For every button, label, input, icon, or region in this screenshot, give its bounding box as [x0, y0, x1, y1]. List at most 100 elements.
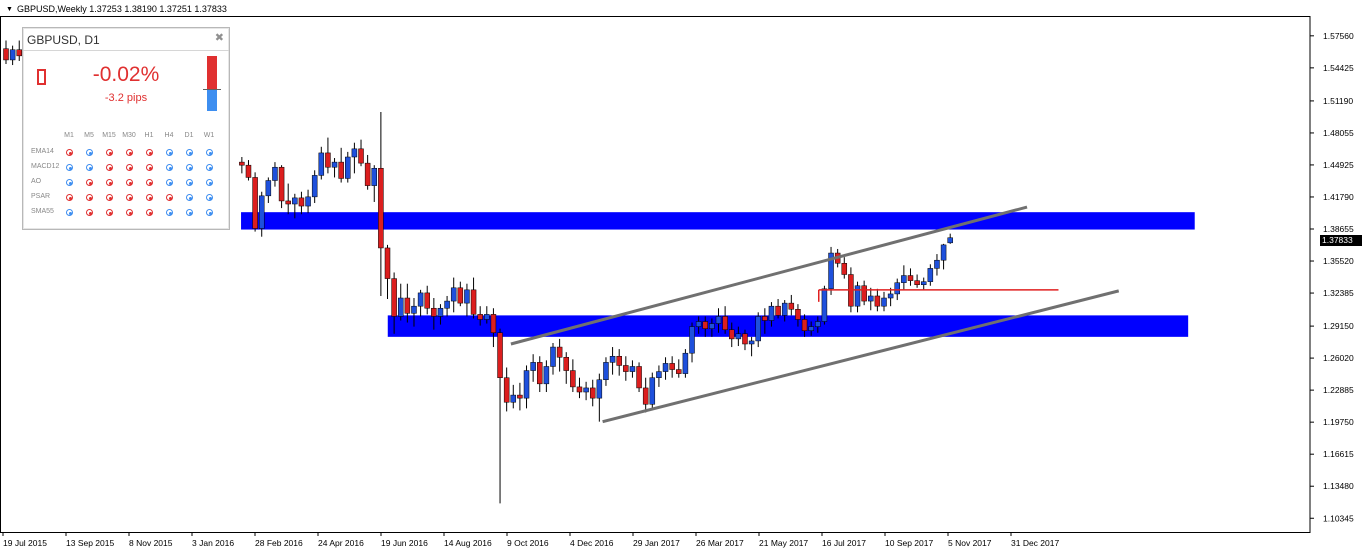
buy-signal-icon [66, 209, 73, 216]
candle-body [331, 161, 338, 168]
panel-divider [23, 50, 229, 51]
buy-signal-icon [206, 179, 213, 186]
candle-body [318, 152, 325, 176]
buy-strength-bar [207, 90, 217, 111]
candle-body [841, 263, 848, 275]
timeframe-label: M5 [84, 132, 94, 139]
candle-body [874, 295, 881, 307]
candle-body [795, 309, 801, 320]
candle-body [550, 346, 556, 367]
timeframe-label: M1 [64, 132, 74, 139]
y-tick-label: 1.19750 [1323, 417, 1354, 427]
candle-body [881, 297, 887, 307]
timeframe-label: M30 [122, 132, 136, 139]
candle-body [735, 333, 742, 340]
change-pips: -3.2 pips [104, 92, 148, 104]
candle-body [768, 305, 775, 321]
sell-signal-icon [146, 194, 153, 201]
candle-body [947, 237, 953, 244]
sell-strength-bar [207, 56, 217, 90]
sell-signal-icon [86, 179, 93, 186]
buy-signal-icon [166, 179, 173, 186]
candle-body [543, 366, 550, 385]
sell-signal-icon [146, 149, 153, 156]
dropdown-triangle-icon[interactable]: ▼ [6, 6, 13, 13]
candle-body [609, 356, 616, 363]
timeframe-label: D1 [184, 132, 194, 139]
y-tick-label: 1.35520 [1323, 256, 1354, 266]
x-tick-label: 29 Jan 2017 [633, 538, 680, 548]
candle-body [702, 321, 709, 329]
candle-body [245, 164, 252, 178]
candle-body [530, 362, 536, 371]
x-tick-label: 5 Nov 2017 [948, 538, 992, 548]
support-resistance-zone [387, 315, 1189, 337]
candle-body [351, 148, 358, 158]
candle-body [278, 166, 285, 202]
candle-body [384, 247, 391, 279]
candle-body [570, 370, 576, 388]
candle-body [252, 177, 258, 229]
support-resistance-zone [241, 212, 1195, 230]
candle-body [477, 314, 483, 320]
x-tick-label: 19 Jul 2015 [3, 538, 47, 548]
candle-body [914, 280, 920, 285]
x-tick-label: 3 Jan 2016 [192, 538, 234, 548]
candle-body [709, 323, 715, 329]
candle-body [450, 287, 457, 302]
candle-body [510, 394, 517, 403]
sell-signal-icon [146, 209, 153, 216]
candle-body [755, 316, 761, 342]
candle-body [364, 162, 371, 186]
candle-body [669, 363, 675, 370]
y-tick-label: 1.54425 [1323, 63, 1354, 73]
y-tick-label: 1.38655 [1323, 224, 1354, 234]
sell-signal-icon [106, 179, 113, 186]
candle-body [523, 370, 530, 399]
strength-marker [203, 89, 221, 90]
x-tick-label: 31 Dec 2017 [1011, 538, 1059, 548]
candle-body [629, 366, 636, 372]
down-direction-icon [37, 69, 46, 85]
candle-body [437, 307, 444, 317]
indicator-label: MACD12 [31, 163, 60, 170]
buy-signal-icon [186, 164, 193, 171]
indicator-label: AO [31, 178, 42, 185]
candle-body [258, 195, 265, 229]
x-tick-label: 4 Dec 2016 [570, 538, 614, 548]
y-tick-label: 1.13480 [1323, 481, 1354, 491]
buy-signal-icon [66, 164, 73, 171]
candle-body [431, 307, 437, 317]
signal-panel[interactable]: GBPUSD, D1 ✖ -0.02% -3.2 pips M1 M5 M15 M30… [22, 27, 230, 230]
current-price-tag: 1.37833 [1320, 235, 1362, 246]
y-tick-label: 1.41790 [1323, 192, 1354, 202]
sell-signal-icon [126, 209, 133, 216]
sell-signal-icon [126, 194, 133, 201]
x-tick-label: 10 Sep 2017 [885, 538, 933, 548]
candle-body [940, 244, 947, 261]
candle-body [603, 362, 609, 381]
y-tick-label: 1.22885 [1323, 385, 1354, 395]
candle-body [265, 180, 272, 197]
y-tick-label: 1.44925 [1323, 160, 1354, 170]
close-icon[interactable]: ✖ [215, 31, 224, 44]
x-tick-label: 8 Nov 2015 [129, 538, 173, 548]
channel-line [602, 289, 1120, 424]
candle-body [457, 287, 464, 304]
candle-body [285, 200, 291, 205]
buy-signal-icon [206, 209, 213, 216]
sell-signal-icon [126, 149, 133, 156]
candle-body [490, 314, 497, 334]
candle-body [887, 293, 894, 299]
candle-body [391, 278, 397, 317]
candle-body [689, 326, 695, 354]
candle-body [589, 387, 596, 399]
candle-body [861, 285, 867, 302]
candle-body [311, 175, 318, 198]
x-tick-label: 28 Feb 2016 [255, 538, 303, 548]
indicator-label: PSAR [31, 193, 51, 200]
candle-body [9, 49, 16, 61]
y-tick-label: 1.57560 [1323, 31, 1354, 41]
sell-signal-icon [126, 179, 133, 186]
candle-body [583, 387, 589, 393]
